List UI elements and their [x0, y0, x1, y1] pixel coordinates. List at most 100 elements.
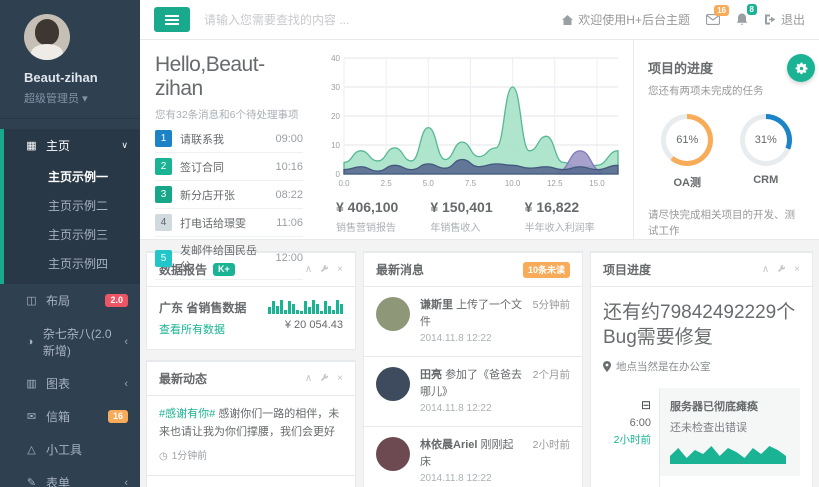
sidebar-item[interactable]: ◑ 杂七杂八(2.0新增) ‹: [0, 317, 140, 367]
panel-header: 最新消息 10条未读: [364, 253, 582, 287]
todo-time: 12:00: [275, 252, 303, 264]
welcome-link[interactable]: 欢迎使用H+后台主题: [562, 11, 690, 28]
news-line: 林依晨Ariel 刚刚起床: [420, 437, 523, 470]
timeline-title: 服务器已彻底瘫痪: [670, 398, 790, 414]
project-body: 还有约79842492229个Bug需要修复 地点当然是在办公室 ⊟ 6:00 …: [591, 287, 812, 487]
timeline-meta: ▤ 7:00 3小时前: [603, 476, 659, 487]
settings-icon[interactable]: [320, 373, 329, 385]
sidebar-item[interactable]: ✉ 信箱 16: [0, 400, 140, 433]
news-body: 谦斯里 上传了一个文件 2014.11.8 12:22: [420, 297, 523, 346]
sidebar-item[interactable]: ◫ 布局 2.0: [0, 284, 140, 317]
submenu-item[interactable]: 主页示例二: [4, 191, 140, 220]
top-navbar: 欢迎使用H+后台主题 16 8 退出: [140, 0, 819, 40]
svg-text:20: 20: [331, 112, 340, 121]
timeline-content: 修复了0.5个bug 重启服务: [659, 476, 800, 487]
svg-text:7.5: 7.5: [465, 179, 477, 188]
todo-time: 08:22: [275, 189, 303, 201]
sidebar-item-label: 信箱: [46, 408, 70, 425]
news-date: 2014.11.8 12:22: [420, 401, 523, 416]
todo-item[interactable]: 5 发邮件给国民岳父 12:00: [155, 237, 303, 280]
panel-header: 项目进度 ∧ ×: [591, 253, 812, 287]
news-item[interactable]: 田亮 参加了《爸爸去哪儿》 2014.11.8 12:22 2个月前: [364, 357, 582, 427]
messages-button[interactable]: 16: [706, 14, 720, 25]
briefcase-icon: ⊟: [603, 398, 651, 412]
settings-icon[interactable]: [320, 264, 329, 276]
stat-label: 销售营销报告: [336, 219, 430, 234]
hello-title: Hello,Beaut-zihan: [155, 53, 303, 101]
settings-icon[interactable]: [777, 264, 786, 276]
close-icon[interactable]: ×: [794, 265, 800, 275]
sparkline-chart: [670, 442, 786, 464]
menu-badge: 16: [108, 410, 128, 423]
todo-number-badge: 5: [155, 250, 172, 267]
close-icon[interactable]: ×: [337, 265, 343, 275]
hamburger-icon: [165, 19, 179, 21]
activity-feed: #感谢有你# 感谢你们一路的相伴，未来也请让我为你们撑腰，我们会更好 ◷ 1分钟…: [147, 396, 355, 487]
post-time: 1分钟前: [172, 449, 208, 465]
sidebar-item-home-link[interactable]: ▦ 主页 ∨: [4, 129, 140, 162]
submenu-item[interactable]: 主页示例四: [4, 249, 140, 278]
sidebar-toggle-button[interactable]: [154, 7, 190, 32]
sidebar-menu: ▦ 主页 ∨ 主页示例一 主页示例二 主页示例三 主页示例四 ◫ 布局 2: [0, 119, 140, 487]
todo-item[interactable]: 3 新分店开张 08:22: [155, 181, 303, 209]
svg-text:10.0: 10.0: [505, 179, 521, 188]
post-meta: ◷ 1分钟前: [159, 449, 343, 465]
column-left: 数据报告 K+ ∧ × 广东 省销售数据 查看所有数据 ¥ 2: [146, 251, 356, 487]
collapse-icon[interactable]: ∧: [305, 374, 312, 384]
panel-tools: ∧ ×: [762, 264, 800, 276]
donut-chart-block: 31% CRM: [740, 114, 792, 190]
avatar[interactable]: [24, 14, 70, 60]
collapse-icon[interactable]: ∧: [762, 265, 769, 275]
view-all-data-link[interactable]: 查看所有数据: [159, 321, 246, 337]
panel-tools: ∧ ×: [305, 373, 343, 385]
todo-time: 09:00: [275, 133, 303, 145]
donut-chart-block: 61% OA测: [661, 114, 713, 190]
settings-fab-button[interactable]: [787, 54, 815, 82]
svg-text:30: 30: [331, 83, 340, 92]
sidebar-item[interactable]: △ 小工具: [0, 433, 140, 466]
news-date: 2014.11.8 12:22: [420, 331, 523, 346]
panel-header: 最新动态 ∧ ×: [147, 362, 355, 396]
sidebar-item-label: 杂七杂八(2.0新增): [43, 325, 116, 359]
post-tag-link[interactable]: #感谢有你#: [159, 408, 215, 420]
timeline: ⊟ 6:00 2小时前 服务器已彻底瘫痪 还未检查出错误: [603, 388, 800, 487]
news-item[interactable]: 谦斯里 上传了一个文件 2014.11.8 12:22 5分钟前: [364, 287, 582, 357]
news-item[interactable]: 林依晨Ariel 刚刚起床 2014.11.8 12:22 2小时前: [364, 427, 582, 487]
hello-subtitle: 您有32条消息和6个待处理事项: [155, 107, 303, 122]
donut-ring: 31%: [740, 114, 792, 166]
latest-news-panel: 最新消息 10条未读 谦斯里 上传了一个文件 2014.11.8 12:22 5: [363, 251, 583, 487]
report-info: 广东 省销售数据 查看所有数据: [159, 299, 246, 337]
submenu-item[interactable]: 主页示例一: [4, 162, 140, 191]
todo-item[interactable]: 1 请联系我 09:00: [155, 125, 303, 153]
user-profile: Beaut-zihan 超级管理员 ▾: [0, 0, 140, 119]
news-time-ago: 2个月前: [533, 367, 570, 416]
stat-value: ¥ 16,822: [525, 199, 619, 215]
search-input[interactable]: [204, 13, 434, 27]
sidebar-item[interactable]: ▥ 图表 ‹: [0, 367, 140, 400]
avatar: [376, 297, 410, 331]
logout-button[interactable]: 退出: [764, 11, 805, 28]
logout-label: 退出: [781, 11, 805, 28]
chart-stats: ¥ 406,100 销售营销报告 ¥ 150,401 年销售收入 ¥ 16,82…: [326, 195, 629, 234]
news-time-ago: 5分钟前: [533, 297, 570, 346]
todo-item[interactable]: 4 打电话给璟雯 11:06: [155, 209, 303, 237]
todo-text: 签订合同: [180, 159, 224, 175]
chevron-left-icon: ‹: [124, 477, 128, 487]
timeline-ago: 2小时前: [603, 432, 651, 447]
sidebar-item[interactable]: ✎ 表单 ‹: [0, 466, 140, 487]
gear-icon: [794, 61, 809, 76]
collapse-icon[interactable]: ∧: [305, 265, 312, 275]
clock-icon: ◷: [159, 449, 168, 465]
news-body: 林依晨Ariel 刚刚起床 2014.11.8 12:22: [420, 437, 523, 486]
user-role-dropdown[interactable]: 超级管理员 ▾: [24, 90, 140, 106]
close-icon[interactable]: ×: [337, 374, 343, 384]
todo-item[interactable]: 2 签订合同 10:16: [155, 153, 303, 181]
columns-icon: ◫: [25, 294, 38, 307]
donut-percent: 31%: [755, 134, 777, 146]
notifications-button[interactable]: 8: [736, 13, 748, 26]
submenu-item[interactable]: 主页示例三: [4, 220, 140, 249]
sidebar-item-label: 图表: [46, 375, 70, 392]
donut-ring: 61%: [661, 114, 713, 166]
donut-charts: 61% OA测 31% CRM: [648, 114, 805, 190]
todo-number-badge: 2: [155, 158, 172, 175]
